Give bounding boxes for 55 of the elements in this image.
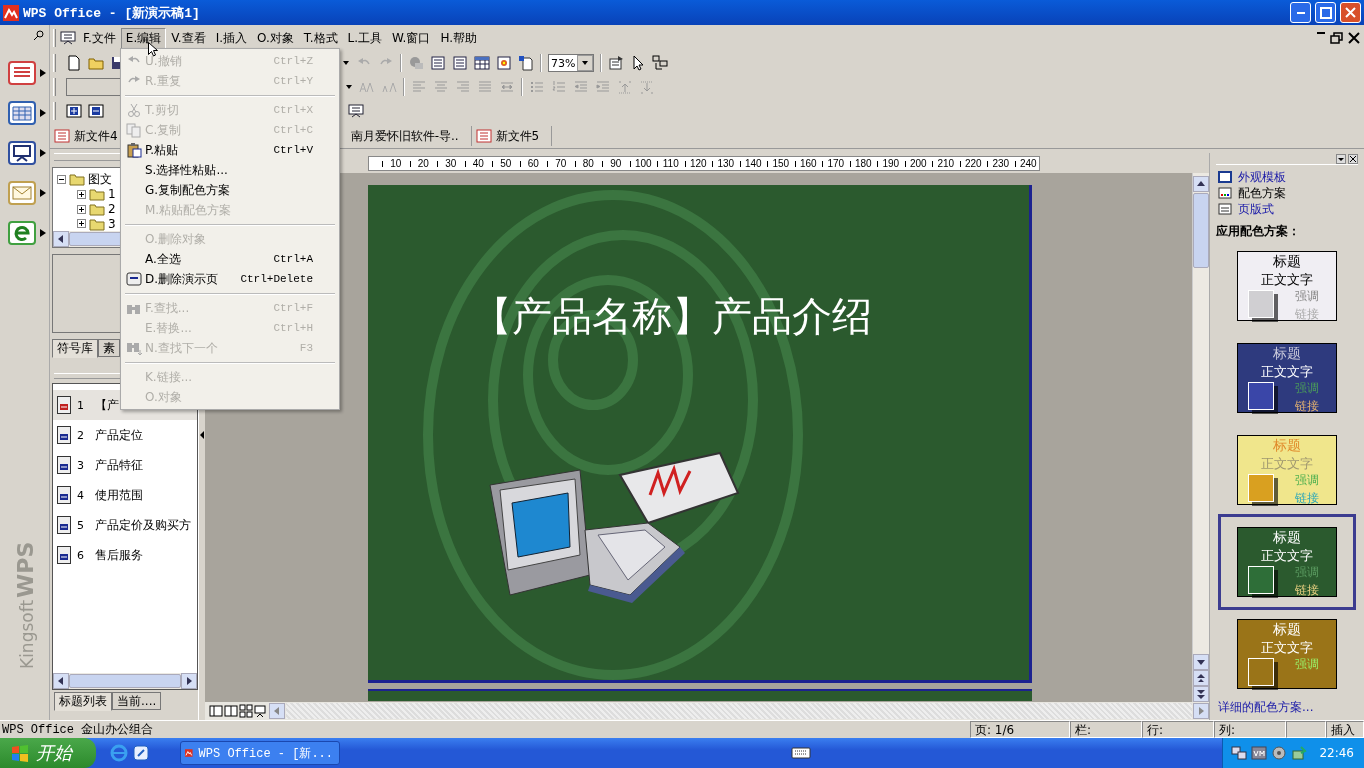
scheme-body-text: 正文文字: [1261, 547, 1313, 565]
scheme-title-text: 标题: [1273, 253, 1301, 269]
scheme-accent-text: 强调: [1295, 656, 1319, 673]
ruler-label: 120: [684, 157, 712, 170]
ruler-label: 30: [437, 157, 465, 170]
ruler-label: 60: [519, 157, 547, 170]
ruler-label: 70: [547, 157, 575, 170]
ruler-label: 180: [849, 157, 877, 170]
status-mode: 插入: [1326, 721, 1364, 738]
slide-title: 【产品名称】产品介绍: [471, 292, 872, 341]
ruler-label: 100: [629, 157, 657, 170]
ruler-label: 170: [822, 157, 850, 170]
ruler-label: 80: [574, 157, 602, 170]
pane-heading: 应用配色方案：: [1216, 223, 1301, 240]
ruler-label: 200: [904, 157, 932, 170]
ruler-label: 110: [657, 157, 685, 170]
scheme-body-text: 正文文字: [1261, 363, 1313, 381]
scheme-body-text: 正文文字: [1261, 271, 1313, 289]
scheme-title-text: 标题: [1273, 529, 1301, 545]
status-field: 页: 1/6: [970, 721, 1070, 738]
scheme-link-text: 链接: [1295, 490, 1319, 507]
ruler-label: 230: [987, 157, 1015, 170]
scheme-accent-text: 强调: [1295, 380, 1319, 397]
scheme-title-text: 标题: [1273, 437, 1301, 453]
ruler-label: 10: [382, 157, 410, 170]
ruler-label: 190: [877, 157, 905, 170]
ruler-label: 20: [409, 157, 437, 170]
scheme-body-text: 正文文字: [1261, 455, 1313, 473]
scheme-accent-text: 强调: [1295, 564, 1319, 581]
ruler-label: 150: [767, 157, 795, 170]
window-title: WPS Office - [新演示稿1]: [23, 4, 201, 22]
scheme-link-text: 链接: [1295, 398, 1319, 415]
ruler-label: 160: [794, 157, 822, 170]
logo-product-text: WPS: [12, 541, 37, 598]
ruler-label: 140: [739, 157, 767, 170]
clock: 22:46: [1319, 746, 1354, 760]
scheme-title-text: 标题: [1273, 345, 1301, 361]
ruler-label: 240: [1014, 157, 1039, 170]
ruler-label: 40: [464, 157, 492, 170]
scheme-accent-text: 强调: [1295, 472, 1319, 489]
ruler-label: 90: [602, 157, 630, 170]
scheme-title-text: 标题: [1273, 621, 1301, 637]
status-field: 行:: [1142, 721, 1214, 738]
ruler-label: 130: [712, 157, 740, 170]
scheme-body-text: 正文文字: [1261, 639, 1313, 657]
status-field: 栏:: [1070, 721, 1142, 738]
logo-brand-text: Kingsoft: [16, 599, 36, 669]
status-field: 列:: [1214, 721, 1286, 738]
ruler-label: 210: [932, 157, 960, 170]
scheme-accent-text: 强调: [1295, 288, 1319, 305]
scheme-link-text: 链接: [1295, 582, 1319, 599]
status-message: WPS Office 金山办公组合: [1, 722, 155, 738]
ruler-label: 50: [492, 157, 520, 170]
scheme-link-text: 链接: [1295, 306, 1319, 323]
ruler-label: 220: [959, 157, 987, 170]
